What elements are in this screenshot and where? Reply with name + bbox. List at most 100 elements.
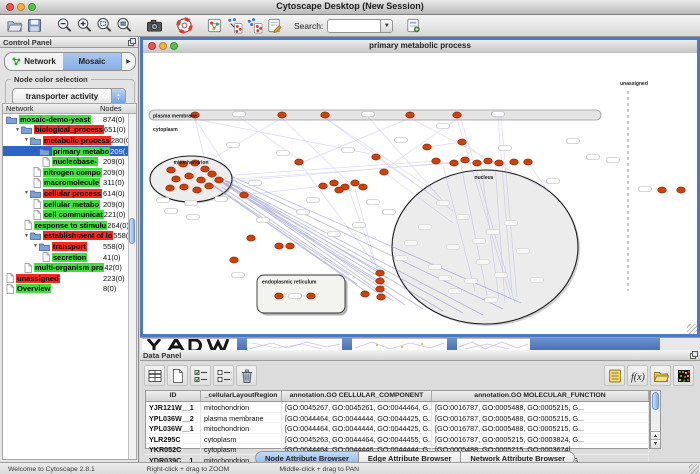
network-node[interactable] bbox=[376, 270, 385, 276]
network-node[interactable] bbox=[453, 112, 462, 118]
attribute-table-icon[interactable] bbox=[144, 365, 165, 386]
open-icon[interactable] bbox=[4, 16, 24, 36]
delete-attribute-icon[interactable] bbox=[236, 365, 257, 386]
network-node[interactable] bbox=[432, 158, 441, 164]
select-attributes-icon[interactable] bbox=[190, 365, 211, 386]
disclosure-triangle-icon[interactable]: ▼ bbox=[24, 190, 29, 196]
table-cell[interactable]: [GO:0044464, GO:0044444, GO:0044425, G..… bbox=[282, 413, 432, 423]
network-node[interactable] bbox=[286, 243, 295, 249]
tree-row[interactable]: ▼primary metabo209(... bbox=[3, 146, 136, 157]
tree-row[interactable]: ▼cellular process614(0) bbox=[3, 188, 136, 199]
disclosure-triangle-icon[interactable]: ▼ bbox=[33, 148, 38, 154]
network-node[interactable] bbox=[307, 293, 316, 299]
network-node[interactable] bbox=[180, 184, 189, 190]
disclosure-triangle-icon[interactable]: ▼ bbox=[33, 243, 38, 249]
tree-row[interactable]: multi-organism pro42(0) bbox=[3, 262, 136, 273]
tree-row[interactable]: ▼transport558(0) bbox=[3, 241, 136, 252]
heatmap-icon[interactable] bbox=[673, 365, 694, 386]
table-cell[interactable]: [GO:0044464, GO:0044444, GO:0044425, G..… bbox=[282, 423, 432, 433]
zoom-out-icon[interactable] bbox=[54, 16, 74, 36]
search-dropdown-arrow[interactable]: ▼ bbox=[380, 19, 393, 33]
annotation-icon[interactable] bbox=[264, 16, 284, 36]
table-cell[interactable]: [GO:0016787, GO:0005215, GO:0003824, G..… bbox=[432, 434, 649, 444]
table-column-header[interactable]: _cellularLayoutRegion bbox=[201, 391, 282, 401]
disclosure-triangle-icon[interactable]: ▼ bbox=[15, 127, 20, 133]
network-node[interactable] bbox=[330, 180, 339, 186]
network-node[interactable] bbox=[240, 192, 249, 198]
network-node[interactable] bbox=[185, 173, 194, 179]
formula-builder-icon[interactable]: f(x) bbox=[627, 365, 648, 386]
network-node[interactable] bbox=[351, 180, 360, 186]
network-node[interactable] bbox=[278, 112, 287, 118]
network-node[interactable] bbox=[193, 187, 202, 193]
network-node[interactable] bbox=[335, 187, 344, 193]
table-cell[interactable]: YKR052C bbox=[146, 444, 201, 454]
table-row[interactable]: YJR121W__1mitochondrion[GO:0045267, GO:0… bbox=[146, 402, 649, 413]
table-cell[interactable]: mitochondrion bbox=[201, 402, 282, 412]
help-icon[interactable] bbox=[174, 16, 194, 36]
table-cell[interactable]: [GO:0016787, GO:0005488, GO:0005215, G..… bbox=[432, 413, 649, 423]
table-cell[interactable]: [GO:0016787, GO:0005488, GO:0005215, G..… bbox=[432, 423, 649, 433]
tree-scrollbar[interactable] bbox=[128, 114, 136, 459]
table-cell[interactable]: plasma membrane bbox=[201, 413, 282, 423]
network-node[interactable] bbox=[321, 112, 330, 118]
network-node[interactable] bbox=[247, 235, 256, 241]
network-node[interactable] bbox=[208, 171, 217, 177]
tree-row[interactable]: cellular metabo209(0) bbox=[3, 199, 136, 210]
table-scrollbar-thumb[interactable] bbox=[652, 392, 659, 410]
network-node[interactable] bbox=[319, 183, 328, 189]
tree-row[interactable]: Overview8(0) bbox=[3, 284, 136, 295]
tree-row[interactable]: response to stimulu264(0) bbox=[3, 220, 136, 231]
network-node[interactable] bbox=[275, 243, 284, 249]
zoom-selected-icon[interactable] bbox=[114, 16, 134, 36]
network-node[interactable] bbox=[376, 286, 385, 292]
table-cell[interactable]: YPL036W__2 bbox=[146, 413, 201, 423]
attribute-matrix-icon[interactable] bbox=[604, 365, 625, 386]
table-cell[interactable]: [GO:0016787, GO:0005488, GO:0005215, G..… bbox=[432, 402, 649, 412]
network-node[interactable] bbox=[361, 291, 370, 297]
network-node[interactable] bbox=[484, 158, 493, 164]
network-node[interactable] bbox=[377, 294, 386, 300]
search-settings-icon[interactable] bbox=[403, 16, 423, 36]
table-row[interactable]: YLR295Ccytoplasm[GO:0045263, GO:0044464,… bbox=[146, 434, 649, 445]
tree-row[interactable]: nucleobase-209(0) bbox=[3, 156, 136, 167]
layout-a-icon[interactable] bbox=[224, 16, 244, 36]
table-row[interactable]: YPL036W__2plasma membrane[GO:0044464, GO… bbox=[146, 413, 649, 424]
layout-b-icon[interactable] bbox=[244, 16, 264, 36]
network-node[interactable] bbox=[495, 160, 504, 166]
table-row[interactable]: YPL036W__1mitochondrion[GO:0044464, GO:0… bbox=[146, 423, 649, 434]
network-node[interactable] bbox=[230, 257, 239, 263]
table-cell[interactable]: YJR121W__1 bbox=[146, 402, 201, 412]
network-canvas[interactable]: plasma membrane cytoplasm mitochondrion … bbox=[143, 53, 697, 334]
network-node[interactable] bbox=[458, 139, 467, 145]
window-resize-grip[interactable] bbox=[687, 324, 697, 334]
float-panel-icon[interactable] bbox=[128, 38, 136, 46]
import-attributes-icon[interactable] bbox=[650, 365, 671, 386]
network-node[interactable] bbox=[359, 184, 368, 190]
tree-row[interactable]: macromolecule311(0) bbox=[3, 178, 136, 189]
table-column-header[interactable]: annotation.GO CELLULAR_COMPONENT bbox=[282, 391, 432, 401]
table-cell[interactable]: mitochondrion bbox=[201, 423, 282, 433]
network-window-titlebar[interactable]: primary metabolic process bbox=[143, 40, 697, 54]
table-cell[interactable]: [GO:0045267, GO:0045261, GO:0044464, G..… bbox=[282, 402, 432, 412]
network-node[interactable] bbox=[205, 183, 214, 189]
table-cell[interactable]: YPL036W__1 bbox=[146, 423, 201, 433]
network-node[interactable] bbox=[372, 154, 381, 160]
tree-scrollbar-thumb[interactable] bbox=[129, 218, 135, 244]
window-titlebar[interactable]: Cytoscape Desktop (New Session) bbox=[0, 0, 700, 15]
unselect-attributes-icon[interactable] bbox=[213, 365, 234, 386]
table-cell[interactable]: YLR295C bbox=[146, 434, 201, 444]
network-node[interactable] bbox=[677, 187, 686, 193]
network-node[interactable] bbox=[450, 160, 459, 166]
save-icon[interactable] bbox=[24, 16, 44, 36]
table-column-header[interactable]: annotation.GO MOLECULAR_FUNCTION bbox=[432, 391, 649, 401]
network-node[interactable] bbox=[376, 278, 385, 284]
network-node[interactable] bbox=[524, 159, 533, 165]
tree-row[interactable]: cell communicat221(0) bbox=[3, 209, 136, 220]
tree-row[interactable]: ▼establishment of lo558(0) bbox=[3, 231, 136, 242]
scroll-down-icon[interactable]: ▼ bbox=[651, 439, 660, 448]
tree-row[interactable]: mosaic-demo-yeast874(0) bbox=[3, 114, 136, 125]
new-attribute-icon[interactable] bbox=[167, 365, 188, 386]
zoom-in-icon[interactable] bbox=[74, 16, 94, 36]
network-node[interactable] bbox=[172, 176, 181, 182]
